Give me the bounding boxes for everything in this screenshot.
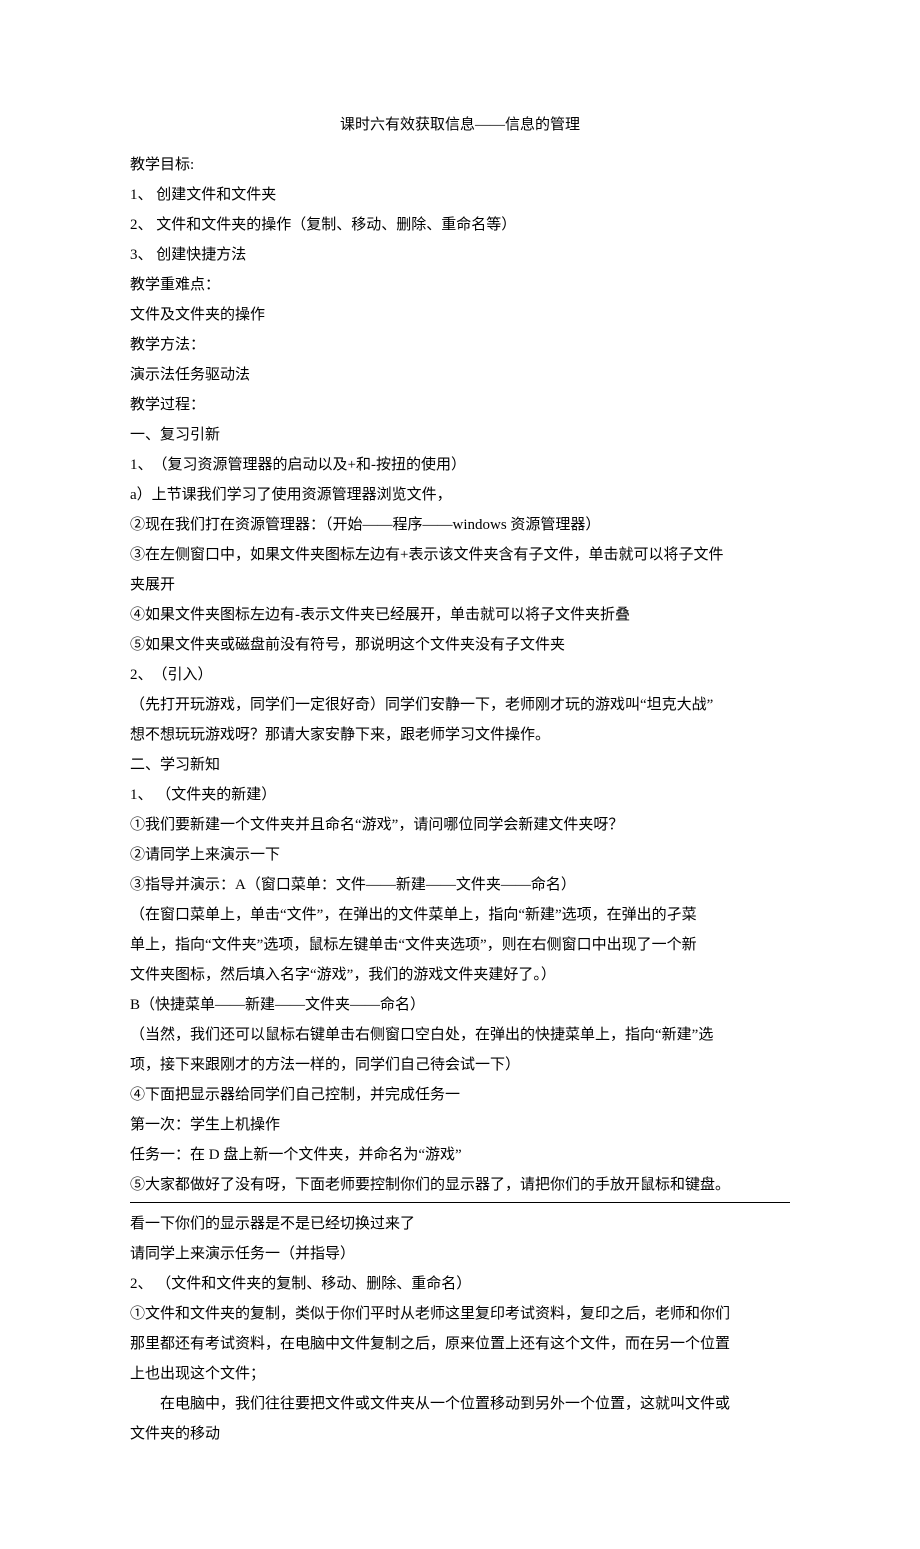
paragraph: （在窗口菜单上，单击“文件”，在弹出的文件菜单上，指向“新建”选项，在弹出的孑菜 (130, 900, 790, 930)
paragraph: 教学目标: (130, 150, 790, 180)
paragraph: 教学方法： (130, 330, 790, 360)
list-item: 2、 （文件和文件夹的复制、移动、删除、重命名） (130, 1269, 790, 1299)
list-item: 1、 （复习资源管理器的启动以及+和-按扭的使用） (130, 450, 790, 480)
paragraph: ③在左侧窗口中，如果文件夹图标左边有+表示该文件夹含有子文件，单击就可以将子文件 (130, 540, 790, 570)
paragraph: ①我们要新建一个文件夹并且命名“游戏”，请问哪位同学会新建文件夹呀？ (130, 810, 790, 840)
paragraph: 想不想玩玩游戏呀？那请大家安静下来，跟老师学习文件操作。 (130, 720, 790, 750)
paragraph: 任务一：在 D 盘上新一个文件夹，并命名为“游戏” (130, 1140, 790, 1170)
paragraph: ⑤如果文件夹或磁盘前没有符号，那说明这个文件夹没有子文件夹 (130, 630, 790, 660)
divider (130, 1202, 790, 1203)
paragraph: ①文件和文件夹的复制，类似于你们平时从老师这里复印考试资料，复印之后，老师和你们 (130, 1299, 790, 1329)
paragraph: 单上，指向“文件夹”选项，鼠标左键单击“文件夹选项”，则在右侧窗口中出现了一个新 (130, 930, 790, 960)
paragraph: 夹展开 (130, 570, 790, 600)
paragraph: 请同学上来演示任务一（并指导） (130, 1239, 790, 1269)
document-title: 课时六有效获取信息——信息的管理 (130, 110, 790, 140)
paragraph: ②请同学上来演示一下 (130, 840, 790, 870)
list-item: 1、 （文件夹的新建） (130, 780, 790, 810)
paragraph: a）上节课我们学习了使用资源管理器浏览文件， (130, 480, 790, 510)
paragraph: 教学过程： (130, 390, 790, 420)
section-heading: 二、学习新知 (130, 750, 790, 780)
list-item: 3、 创建快捷方法 (130, 240, 790, 270)
paragraph: ④如果文件夹图标左边有-表示文件夹已经展开，单击就可以将子文件夹折叠 (130, 600, 790, 630)
section-heading: 一、复习引新 (130, 420, 790, 450)
paragraph: 演示法任务驱动法 (130, 360, 790, 390)
paragraph: B（快捷菜单――新建――文件夹――命名） (130, 990, 790, 1020)
paragraph: 文件及文件夹的操作 (130, 300, 790, 330)
list-item: 2、 文件和文件夹的操作（复制、移动、删除、重命名等） (130, 210, 790, 240)
paragraph: 看一下你们的显示器是不是已经切换过来了 (130, 1209, 790, 1239)
list-item: 1、 创建文件和文件夹 (130, 180, 790, 210)
paragraph: 在电脑中，我们往往要把文件或文件夹从一个位置移动到另外一个位置，这就叫文件或 (130, 1389, 790, 1419)
paragraph: 项，接下来跟刚才的方法一样的，同学们自己待会试一下） (130, 1050, 790, 1080)
paragraph: 上也出现这个文件； (130, 1359, 790, 1389)
paragraph: ③指导并演示：A（窗口菜单：文件――新建――文件夹――命名） (130, 870, 790, 900)
paragraph: 那里都还有考试资料，在电脑中文件复制之后，原来位置上还有这个文件，而在另一个位置 (130, 1329, 790, 1359)
paragraph: 文件夹图标，然后填入名字“游戏”，我们的游戏文件夹建好了。） (130, 960, 790, 990)
paragraph: （当然，我们还可以鼠标右键单击右侧窗口空白处，在弹出的快捷菜单上，指向“新建”选 (130, 1020, 790, 1050)
paragraph: 第一次：学生上机操作 (130, 1110, 790, 1140)
paragraph: 文件夹的移动 (130, 1419, 790, 1449)
list-item: 2、 （引入） (130, 660, 790, 690)
paragraph: （先打开玩游戏，同学们一定很好奇）同学们安静一下，老师刚才玩的游戏叫“坦克大战” (130, 690, 790, 720)
document-page: 课时六有效获取信息——信息的管理 教学目标: 1、 创建文件和文件夹 2、 文件… (0, 0, 920, 1549)
paragraph: 教学重难点： (130, 270, 790, 300)
paragraph: ④下面把显示器给同学们自己控制，并完成任务一 (130, 1080, 790, 1110)
paragraph: ⑤大家都做好了没有呀，下面老师要控制你们的显示器了，请把你们的手放开鼠标和键盘。 (130, 1170, 790, 1200)
paragraph: ②现在我们打在资源管理器：（开始——程序——windows 资源管理器） (130, 510, 790, 540)
